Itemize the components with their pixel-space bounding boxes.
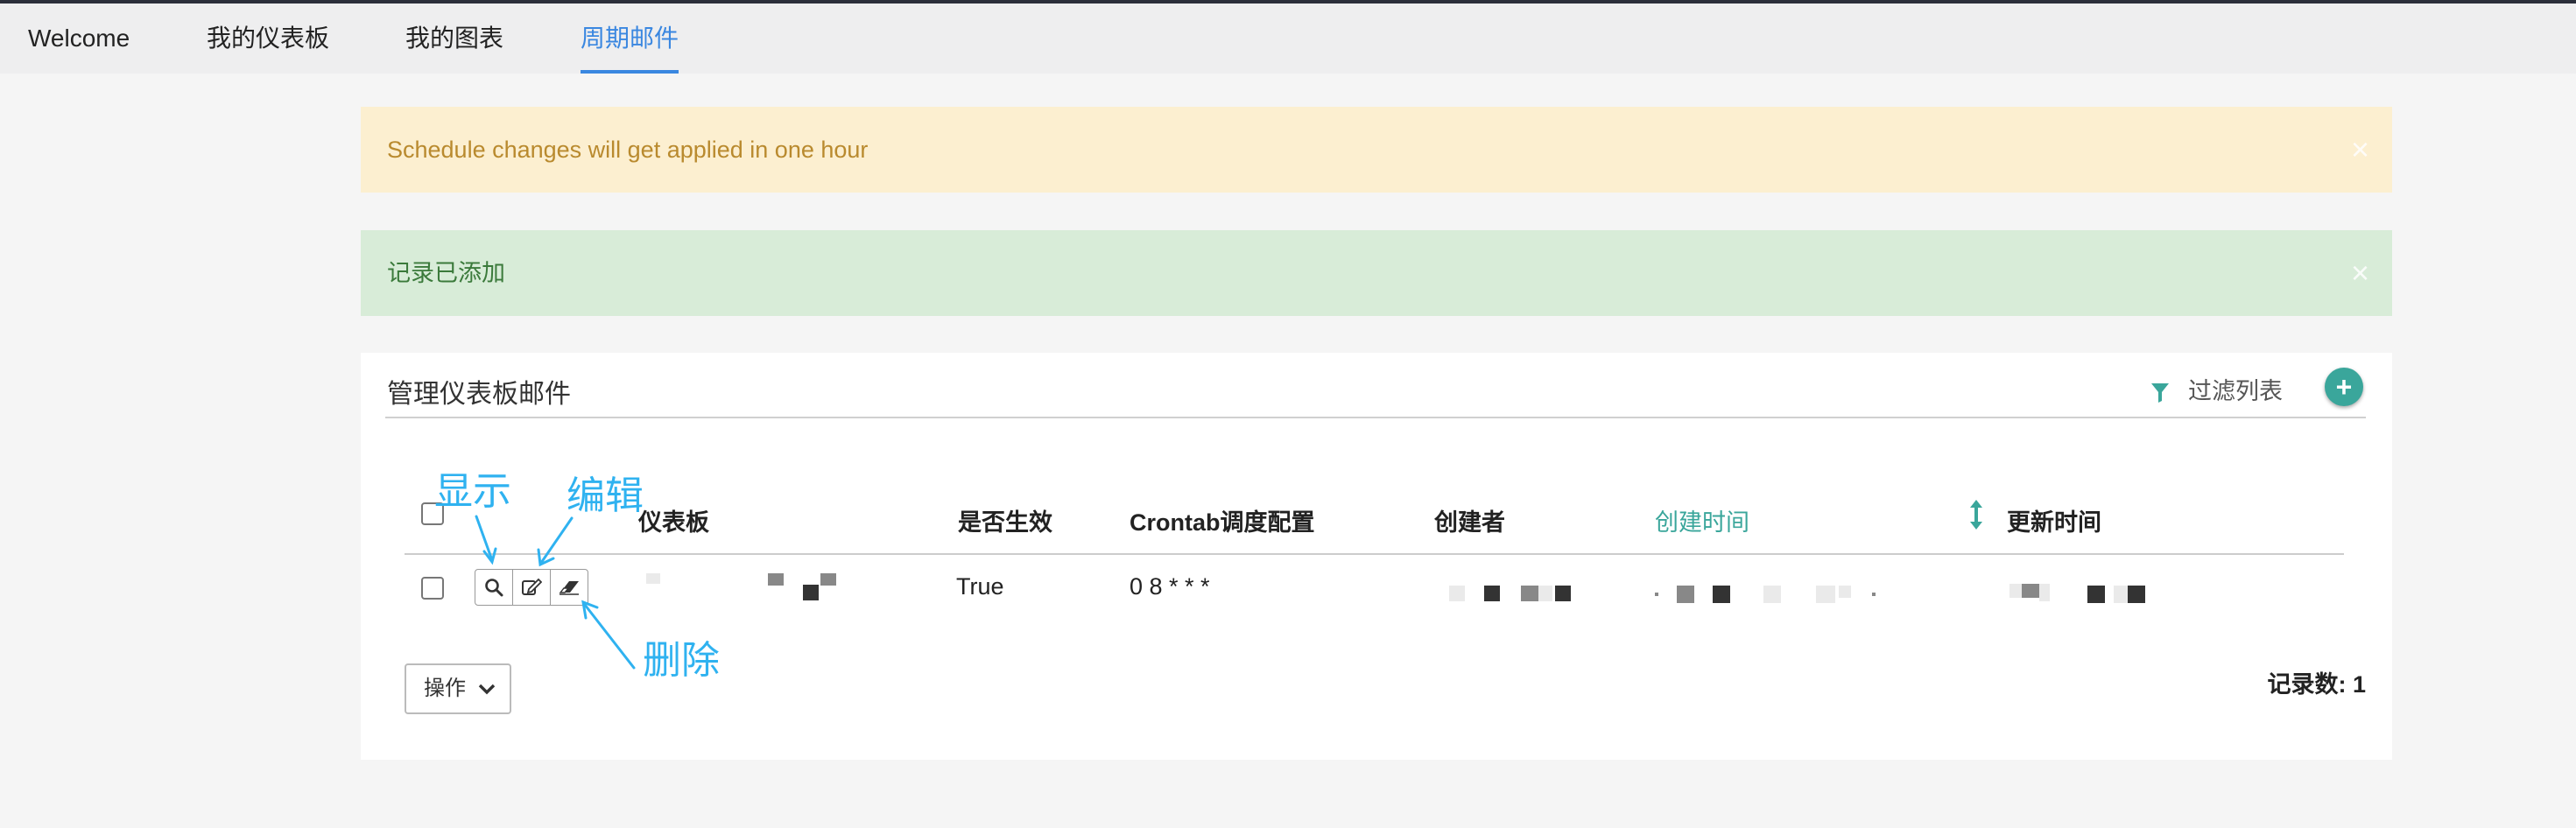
show-record-button[interactable] (475, 569, 513, 606)
row-checkbox[interactable] (421, 577, 444, 600)
crontab-cell: 0 8 * * * (1130, 573, 1210, 600)
eraser-icon (559, 581, 579, 595)
column-header-crontab[interactable]: Crontab调度配置 (1130, 503, 1315, 537)
chevron-down-icon (478, 684, 496, 695)
dashboard-email-panel: 管理仪表板邮件 过滤列表 + 仪表板 是否生效 Crontab调度配置 创建者 … (361, 353, 2392, 760)
success-alert-text: 记录已添加 (387, 260, 505, 286)
column-header-creator[interactable]: 创建者 (1434, 503, 1505, 537)
actions-dropdown[interactable]: 操作 (405, 663, 511, 714)
actions-dropdown-label: 操作 (424, 677, 466, 700)
delete-record-button[interactable] (550, 569, 588, 606)
annotation-edit: 编辑 (567, 474, 644, 518)
tab-scheduled-emails[interactable]: 周期邮件 (581, 4, 679, 74)
column-header-dashboard[interactable]: 仪表板 (638, 503, 709, 537)
panel-title: 管理仪表板邮件 (387, 380, 571, 409)
close-icon[interactable]: × (2351, 107, 2369, 193)
tab-welcome[interactable]: Welcome (28, 4, 130, 74)
tab-bar: Welcome 我的仪表板 我的图表 周期邮件 (0, 4, 2576, 74)
warning-alert-text: Schedule changes will get applied in one… (387, 137, 869, 163)
edit-record-button[interactable] (512, 569, 551, 606)
close-icon[interactable]: × (2351, 230, 2369, 316)
row-action-buttons (475, 569, 588, 606)
column-header-active[interactable]: 是否生效 (958, 503, 1052, 537)
active-cell: True (956, 573, 1004, 600)
schedule-warning-alert: Schedule changes will get applied in one… (361, 107, 2392, 193)
sort-icon[interactable] (1969, 500, 1983, 530)
column-header-updated-time[interactable]: 更新时间 (2007, 503, 2101, 537)
tab-my-charts[interactable]: 我的图表 (405, 4, 503, 74)
filter-icon (2151, 382, 2169, 403)
edit-icon (522, 578, 542, 595)
success-alert: 记录已添加 × (361, 230, 2392, 316)
tab-my-dashboards[interactable]: 我的仪表板 (207, 4, 329, 74)
table-header-divider (405, 553, 2344, 555)
plus-icon: + (2335, 371, 2353, 403)
column-header-created-time[interactable]: 创建时间 (1655, 503, 1749, 537)
search-icon (485, 579, 503, 597)
title-divider (385, 417, 2366, 418)
filter-list-button[interactable]: 过滤列表 (2151, 372, 2283, 406)
annotation-show: 显示 (434, 469, 511, 514)
add-record-button[interactable]: + (2325, 368, 2363, 406)
record-count: 记录数: 1 (2267, 671, 2366, 698)
annotation-delete: 删除 (643, 638, 720, 683)
filter-list-label: 过滤列表 (2188, 378, 2283, 404)
